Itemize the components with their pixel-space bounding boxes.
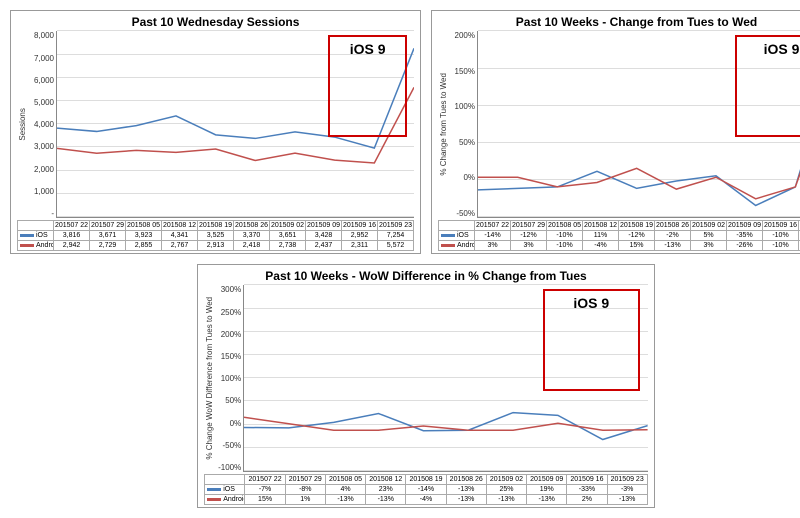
y-axis-ticks: 8,0007,0006,0005,0004,0003,0002,0001,000… (28, 31, 56, 218)
chart-title: Past 10 Weeks - Change from Tues to Wed (438, 15, 800, 29)
data-table: 201507 22201507 29201508 05201508 122015… (204, 474, 648, 505)
chart-title: Past 10 Weeks - WoW Difference in % Chan… (204, 269, 648, 283)
y-axis-ticks: 300%250%200%150%100%50%0%-50%-100% (215, 285, 243, 472)
y-axis-ticks: 200%150%100%50%0%-50% (449, 31, 477, 218)
plot-area: iOS 9 (243, 285, 648, 472)
y-axis-label: % Change WoW Difference from Tues to Wed (204, 285, 215, 472)
data-table: 201507 22201507 29201508 05201508 122015… (17, 220, 414, 251)
chart-tues-wed: Past 10 Weeks - Change from Tues to Wed … (431, 10, 800, 254)
plot-area: iOS 9 (477, 31, 800, 218)
chart-wow: Past 10 Weeks - WoW Difference in % Chan… (197, 264, 655, 508)
y-axis-label: % Change from Tues to Wed (438, 31, 449, 218)
chart-title: Past 10 Wednesday Sessions (17, 15, 414, 29)
plot-area: iOS 9 (56, 31, 414, 218)
y-axis-label: Sessions (17, 31, 28, 218)
data-table: 201507 22201507 29201508 05201508 122015… (438, 220, 800, 251)
chart-sessions: Past 10 Wednesday Sessions Sessions 8,00… (10, 10, 421, 254)
